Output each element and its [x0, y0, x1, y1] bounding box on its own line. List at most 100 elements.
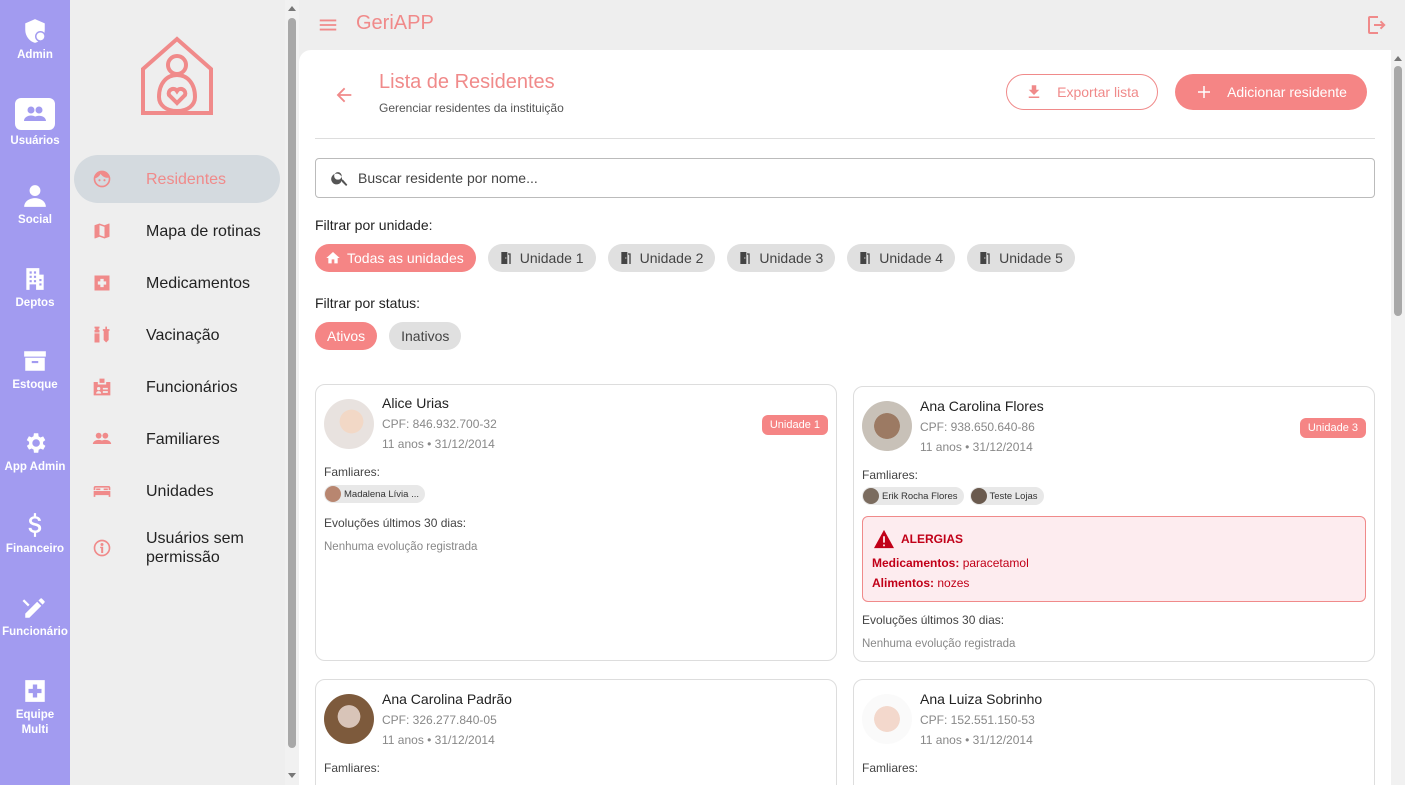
people-icon [92, 432, 112, 444]
add-resident-button[interactable]: Adicionar residente [1175, 74, 1367, 110]
status-filter-chips: Ativos Inativos [315, 322, 462, 350]
resident-age: 11 anos • 31/12/2014 [920, 440, 1033, 454]
map-icon [94, 223, 110, 239]
sidebar-item-unidades[interactable]: Unidades [74, 467, 280, 515]
person-icon [24, 185, 46, 207]
download-icon [1028, 85, 1040, 98]
sidebar-item-familiares[interactable]: Familiares [74, 415, 280, 463]
scrollbar-thumb[interactable] [288, 18, 296, 748]
family-chip[interactable]: Erik Rocha Flores [862, 487, 964, 505]
rail-item-deptos[interactable]: Deptos [0, 266, 70, 311]
chip-unit-4[interactable]: Unidade 4 [847, 244, 956, 272]
allergies-title: ALERGIAS [901, 532, 964, 546]
info-person-icon [93, 539, 111, 557]
rail-label: Deptos [15, 297, 55, 309]
rail-item-app-admin[interactable]: App Admin [0, 430, 70, 475]
chip-unit-5[interactable]: Unidade 5 [967, 244, 1075, 272]
rail-item-usuarios[interactable]: Usuários [0, 98, 70, 149]
rail-label: Admin [17, 49, 53, 61]
chip-unit-1[interactable]: Unidade 1 [487, 244, 596, 272]
allergy-meds-label: Medicamentos: [872, 556, 960, 570]
chip-unit-3[interactable]: Unidade 3 [727, 244, 836, 272]
main-scrollbar[interactable] [1391, 50, 1405, 785]
sidebar-item-residentes[interactable]: Residentes [74, 155, 280, 203]
resident-card[interactable]: Ana Carolina Flores CPF: 938.650.640-86 … [853, 386, 1375, 662]
edit-pen-icon [22, 598, 45, 618]
resident-avatar [324, 694, 374, 744]
page-subtitle: Gerenciar residentes da instituição [379, 101, 564, 115]
resident-cpf: CPF: 326.277.840-05 [382, 713, 497, 727]
building-icon [26, 268, 44, 290]
export-label: Exportar lista [1057, 84, 1139, 100]
rail-label: Estoque [12, 379, 58, 391]
sidebar-item-label: Funcionários [146, 378, 238, 396]
allergy-meds-value: paracetamol [962, 556, 1029, 570]
rail-label: App Admin [4, 461, 66, 473]
chip-label: Inativos [401, 328, 450, 344]
rail-item-equipe-multi[interactable]: Equipe Multi [0, 678, 70, 738]
evolutions-label: Evoluções últimos 30 dias: [862, 613, 1005, 627]
status-filter-label: Filtrar por status: [315, 295, 421, 311]
face-icon [93, 170, 111, 188]
unit-badge: Unidade 1 [761, 415, 828, 435]
door-icon [980, 252, 990, 264]
home-icon [326, 252, 340, 264]
unit-filter-label: Filtrar por unidade: [315, 217, 433, 233]
users-group-icon [24, 106, 46, 121]
search-field[interactable] [315, 158, 1375, 198]
unit-filter-chips: Todas as unidades Unidade 1 Unidade 2 Un… [315, 244, 1075, 272]
sidebar-scrollbar[interactable] [285, 0, 299, 785]
resident-card[interactable]: Ana Carolina Padrão CPF: 326.277.840-05 … [315, 679, 837, 785]
allergies-box: ALERGIAS Medicamentos: paracetamol Alime… [862, 516, 1366, 602]
resident-age: 11 anos • 31/12/2014 [382, 437, 495, 451]
sidebar-item-medicamentos[interactable]: Medicamentos [74, 259, 280, 307]
sidebar-item-funcionarios[interactable]: Funcionários [74, 363, 280, 411]
chip-label: Unidade 5 [999, 250, 1063, 266]
rail-item-financeiro[interactable]: Financeiro [0, 512, 70, 557]
allergy-foods-label: Alimentos: [872, 576, 935, 590]
family-list: Madalena Lívia ... [324, 485, 425, 503]
export-list-button[interactable]: Exportar lista [1006, 74, 1158, 110]
sidebar-item-usuarios-sem-permissao[interactable]: Usuários sem permissão [74, 522, 280, 574]
chip-status-inativos[interactable]: Inativos [389, 322, 462, 350]
rail-item-social[interactable]: Social [0, 183, 70, 228]
chip-all-units[interactable]: Todas as unidades [315, 244, 476, 272]
resident-name: Ana Luiza Sobrinho [920, 691, 1043, 707]
sidebar-item-label: Unidades [146, 482, 214, 500]
door-icon [860, 252, 870, 264]
sidebar-item-mapa-de-rotinas[interactable]: Mapa de rotinas [74, 207, 280, 255]
medical-plus-icon [94, 275, 110, 291]
gear-icon [26, 433, 46, 453]
hamburger-menu-icon[interactable] [317, 14, 339, 36]
resident-name: Ana Carolina Padrão [382, 691, 512, 707]
rail-item-admin[interactable]: Admin [0, 18, 70, 63]
family-chip[interactable]: Madalena Lívia ... [324, 485, 425, 503]
resident-age: 11 anos • 31/12/2014 [382, 733, 495, 747]
resident-cpf: CPF: 938.650.640-86 [920, 420, 1035, 434]
family-chip[interactable]: Teste Lojas [969, 487, 1044, 505]
unit-badge: Unidade 3 [1299, 418, 1366, 438]
chip-label: Todas as unidades [347, 250, 464, 266]
allergy-meds-line: Medicamentos: paracetamol [872, 556, 1029, 570]
no-evolution-text: Nenhuma evolução registrada [862, 638, 1016, 650]
resident-card[interactable]: Ana Luiza Sobrinho CPF: 152.551.150-53 1… [853, 679, 1375, 785]
sidebar-item-label: Usuários sem permissão [146, 530, 244, 566]
family-name: Madalena Lívia ... [344, 488, 419, 500]
scrollbar-thumb[interactable] [1394, 66, 1402, 316]
chip-label: Unidade 4 [879, 250, 944, 266]
plus-icon [1198, 86, 1211, 98]
add-label: Adicionar residente [1227, 84, 1347, 100]
chip-status-ativos[interactable]: Ativos [315, 322, 378, 350]
back-arrow-icon[interactable] [333, 84, 355, 106]
family-list: Erik Rocha Flores Teste Lojas [862, 487, 1044, 505]
rail-item-estoque[interactable]: Estoque [0, 348, 70, 393]
app-rail: Admin Usuários Social Deptos Estoque App… [0, 0, 70, 785]
rail-item-funcionario[interactable]: Funcionário [0, 595, 70, 640]
chip-unit-2[interactable]: Unidade 2 [607, 244, 716, 272]
sidebar-item-vacinacao[interactable]: Vacinação [74, 311, 280, 359]
resident-card[interactable]: Alice Urias CPF: 846.932.700-32 11 anos … [315, 384, 837, 661]
logout-icon[interactable] [1365, 13, 1389, 37]
resident-avatar [862, 694, 912, 744]
search-input[interactable] [358, 170, 1374, 186]
door-icon [740, 252, 751, 264]
